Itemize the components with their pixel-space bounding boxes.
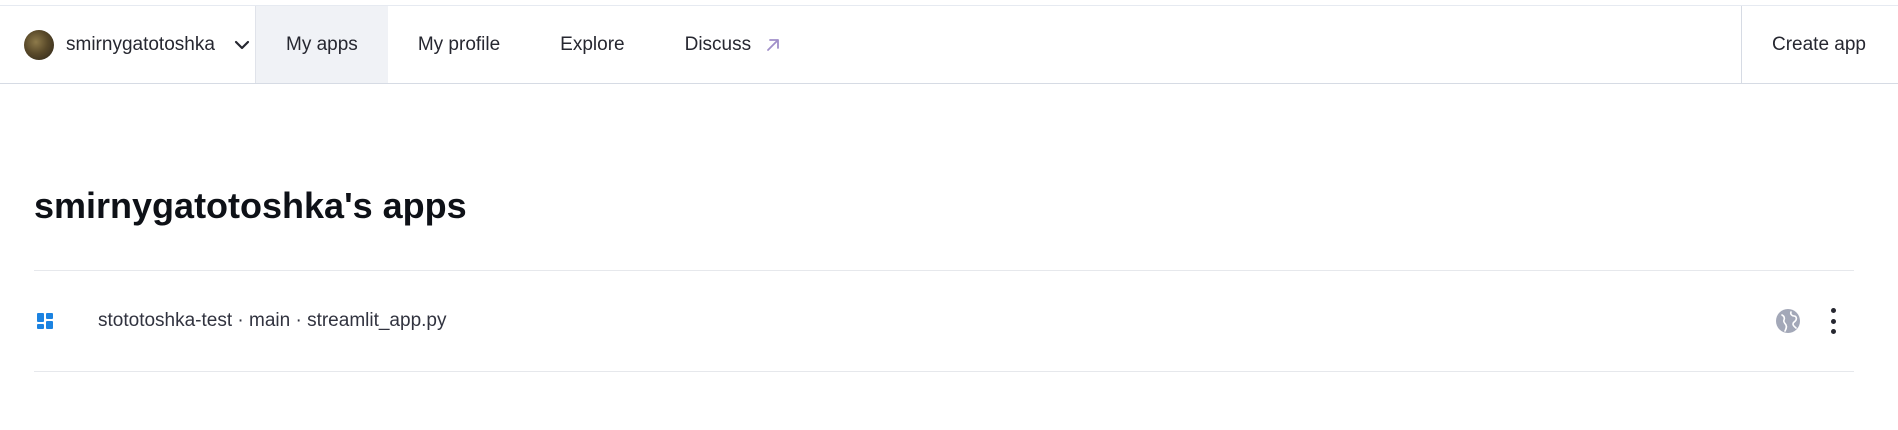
tab-label: Discuss [684, 33, 752, 55]
create-app-button[interactable]: Create app [1740, 6, 1898, 83]
tab-my-apps[interactable]: My apps [256, 6, 388, 83]
tab-label: Explore [560, 33, 625, 55]
more-options-icon[interactable] [1828, 308, 1838, 334]
tab-explore[interactable]: Explore [530, 6, 654, 83]
external-link-arrow-icon [765, 37, 781, 53]
avatar [24, 29, 54, 60]
tab-label: My apps [286, 33, 358, 55]
app-list-item[interactable]: stototoshka-test · main · streamlit_app.… [34, 271, 1854, 371]
chevron-down-icon [233, 36, 251, 54]
tab-discuss[interactable]: Discuss [655, 6, 812, 83]
account-name: smirnygatotoshka [66, 33, 215, 55]
app-row-actions [1774, 307, 1854, 335]
page-title: smirnygatotoshka's apps [34, 185, 467, 226]
create-app-label: Create app [1771, 33, 1866, 55]
account-switcher[interactable]: smirnygatotoshka [0, 6, 256, 83]
globe-icon[interactable] [1774, 307, 1802, 335]
tab-label: My profile [417, 33, 501, 55]
app-link[interactable]: stototoshka-test · main · streamlit_app.… [98, 310, 446, 332]
top-navigation-bar: smirnygatotoshka My apps My profile Expl… [0, 5, 1898, 84]
streamlit-app-icon [36, 312, 54, 330]
divider [34, 371, 1854, 372]
tab-my-profile[interactable]: My profile [388, 6, 530, 83]
